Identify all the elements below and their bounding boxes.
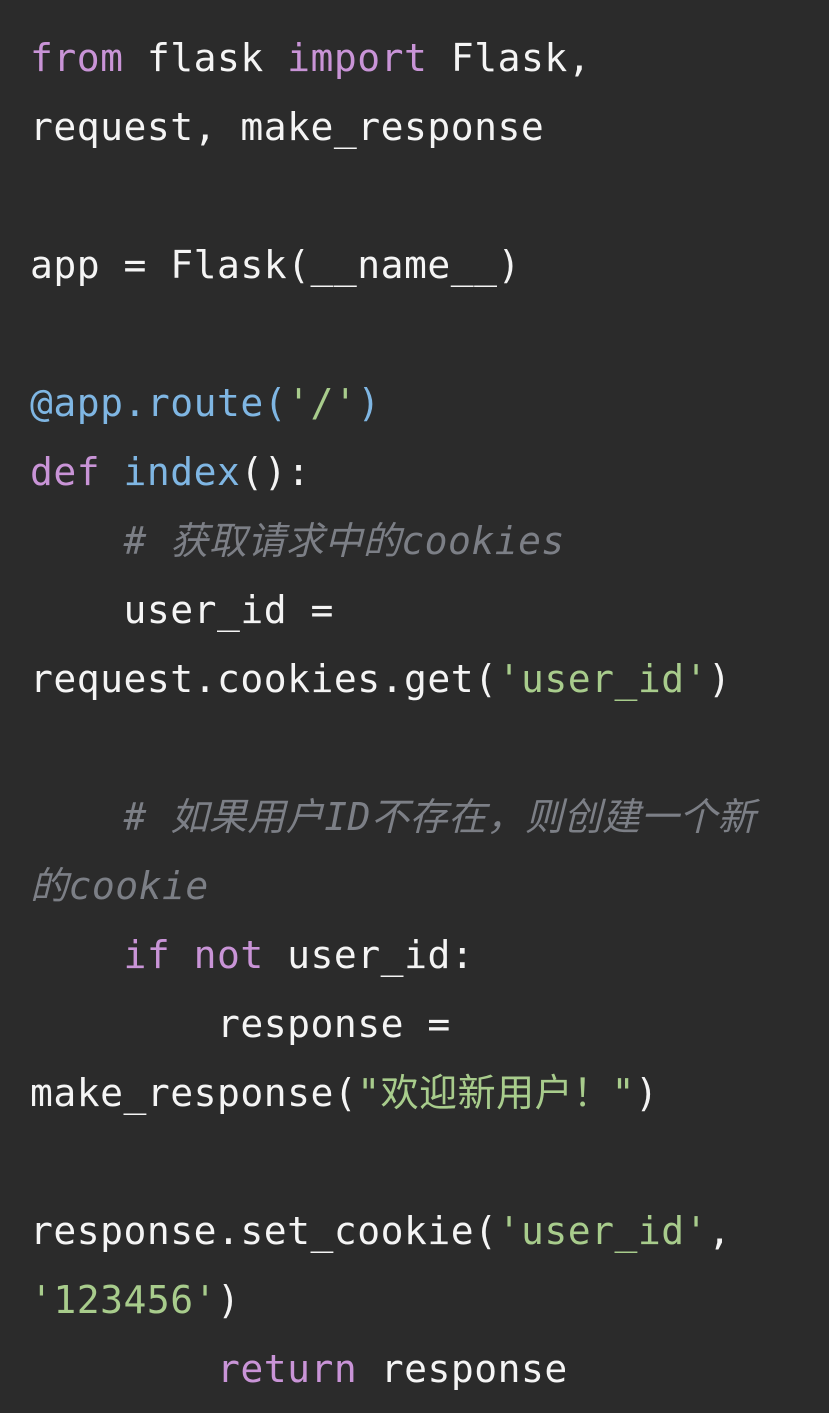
plain-token: user_id: bbox=[263, 933, 475, 977]
plain-token: ) bbox=[635, 1071, 659, 1115]
code-line: # 如果用户ID不存在，则创建一个新 bbox=[30, 783, 829, 852]
keyword-token: if not bbox=[123, 933, 264, 977]
plain-token: request, make_response bbox=[30, 105, 545, 149]
code-line: def index(): bbox=[30, 438, 829, 507]
keyword-token: def bbox=[30, 450, 101, 494]
comment-token: 的cookie bbox=[30, 864, 209, 908]
plain-token: request.cookies.get( bbox=[30, 657, 498, 701]
plain-token: response.set_cookie( bbox=[30, 1209, 498, 1253]
plain-token: flask bbox=[123, 36, 288, 80]
code-line: user_id = bbox=[30, 576, 829, 645]
string-token: '123456' bbox=[30, 1278, 218, 1322]
code-line: app = Flask(__name__) bbox=[30, 231, 829, 300]
code-line: from flask import Flask, bbox=[30, 24, 829, 93]
plain-token: ) bbox=[217, 1278, 241, 1322]
string-token: 'user_id' bbox=[497, 1209, 708, 1253]
function-token: @app.route( bbox=[30, 381, 288, 425]
plain-token: response bbox=[357, 1347, 568, 1391]
code-line: 的cookie bbox=[30, 852, 829, 921]
code-line: # 获取请求中的cookies bbox=[30, 507, 829, 576]
code-line: if not user_id: bbox=[30, 921, 829, 990]
code-line: response.set_cookie('user_id', bbox=[30, 1197, 829, 1266]
plain-token: Flask, bbox=[427, 36, 592, 80]
plain-token: , bbox=[707, 1209, 732, 1253]
keyword-token: from bbox=[30, 36, 124, 80]
keyword-token: import bbox=[287, 36, 428, 80]
code-line: request, make_response bbox=[30, 93, 829, 162]
code-line: @app.route('/') bbox=[30, 369, 829, 438]
code-line: request.cookies.get('user_id') bbox=[30, 645, 829, 714]
comment-token: # 如果用户ID不存在，则创建一个新 bbox=[30, 795, 757, 839]
code-line: '123456') bbox=[30, 1266, 829, 1335]
plain-token: user_id = bbox=[30, 588, 334, 632]
code-block: from flask import Flask, request, make_re… bbox=[0, 0, 829, 1404]
plain-token: make_response( bbox=[30, 1071, 358, 1115]
function-token: index bbox=[123, 450, 241, 494]
string-token: 'user_id' bbox=[497, 657, 708, 701]
string-token: "欢迎新用户！" bbox=[357, 1071, 636, 1115]
plain-token: app = Flask(__name__) bbox=[30, 243, 521, 287]
code-line: make_response("欢迎新用户！") bbox=[30, 1059, 829, 1128]
code-line: response = bbox=[30, 990, 829, 1059]
comment-token: # 获取请求中的cookies bbox=[30, 519, 565, 563]
plain-token: (): bbox=[240, 450, 311, 494]
string-token: '/' bbox=[287, 381, 358, 425]
plain-token: ) bbox=[707, 657, 732, 701]
keyword-token: return bbox=[217, 1347, 358, 1391]
code-line: return response bbox=[30, 1335, 829, 1404]
function-token: ) bbox=[357, 381, 381, 425]
plain-token: response = bbox=[30, 1002, 451, 1046]
